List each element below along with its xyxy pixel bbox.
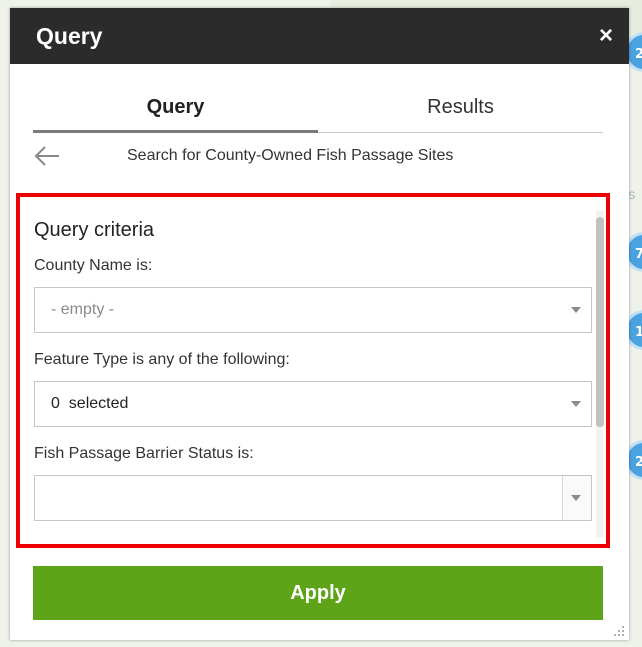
county-name-select[interactable]: - empty - <box>34 287 592 333</box>
chevron-down-icon <box>571 495 581 501</box>
tab-results[interactable]: Results <box>318 88 603 132</box>
feature-type-select[interactable]: 0 selected <box>34 381 592 427</box>
tab-query[interactable]: Query <box>33 88 318 133</box>
query-widget-panel: Query × Query Results Search for County-… <box>10 8 629 640</box>
chevron-down-icon <box>571 307 581 313</box>
tab-bar: Query Results <box>33 88 603 133</box>
query-criteria-scroll-area[interactable]: Query criteria County Name is: - empty -… <box>20 197 606 544</box>
query-criteria-heading: Query criteria <box>34 219 155 241</box>
feature-type-value: 0 selected <box>51 395 129 412</box>
apply-button[interactable]: Apply <box>33 566 603 620</box>
back-arrow-icon[interactable] <box>33 144 63 168</box>
close-icon[interactable]: × <box>599 24 613 48</box>
query-subtitle: Search for County-Owned Fish Passage Sit… <box>127 147 454 164</box>
chevron-down-icon <box>571 401 581 407</box>
county-name-value: - empty - <box>51 301 115 318</box>
barrier-status-label: Fish Passage Barrier Status is: <box>34 445 254 462</box>
resize-handle-icon[interactable] <box>613 624 625 636</box>
map-label: S <box>628 190 636 202</box>
barrier-status-select[interactable] <box>34 475 592 521</box>
feature-type-label: Feature Type is any of the following: <box>34 351 290 368</box>
query-subheader: Search for County-Owned Fish Passage Sit… <box>33 138 603 174</box>
query-criteria-highlight: Query criteria County Name is: - empty -… <box>16 193 610 548</box>
scrollbar-thumb[interactable] <box>596 217 604 427</box>
county-name-label: County Name is: <box>34 257 153 274</box>
widget-titlebar: Query × <box>10 8 629 64</box>
widget-title: Query <box>36 22 103 49</box>
